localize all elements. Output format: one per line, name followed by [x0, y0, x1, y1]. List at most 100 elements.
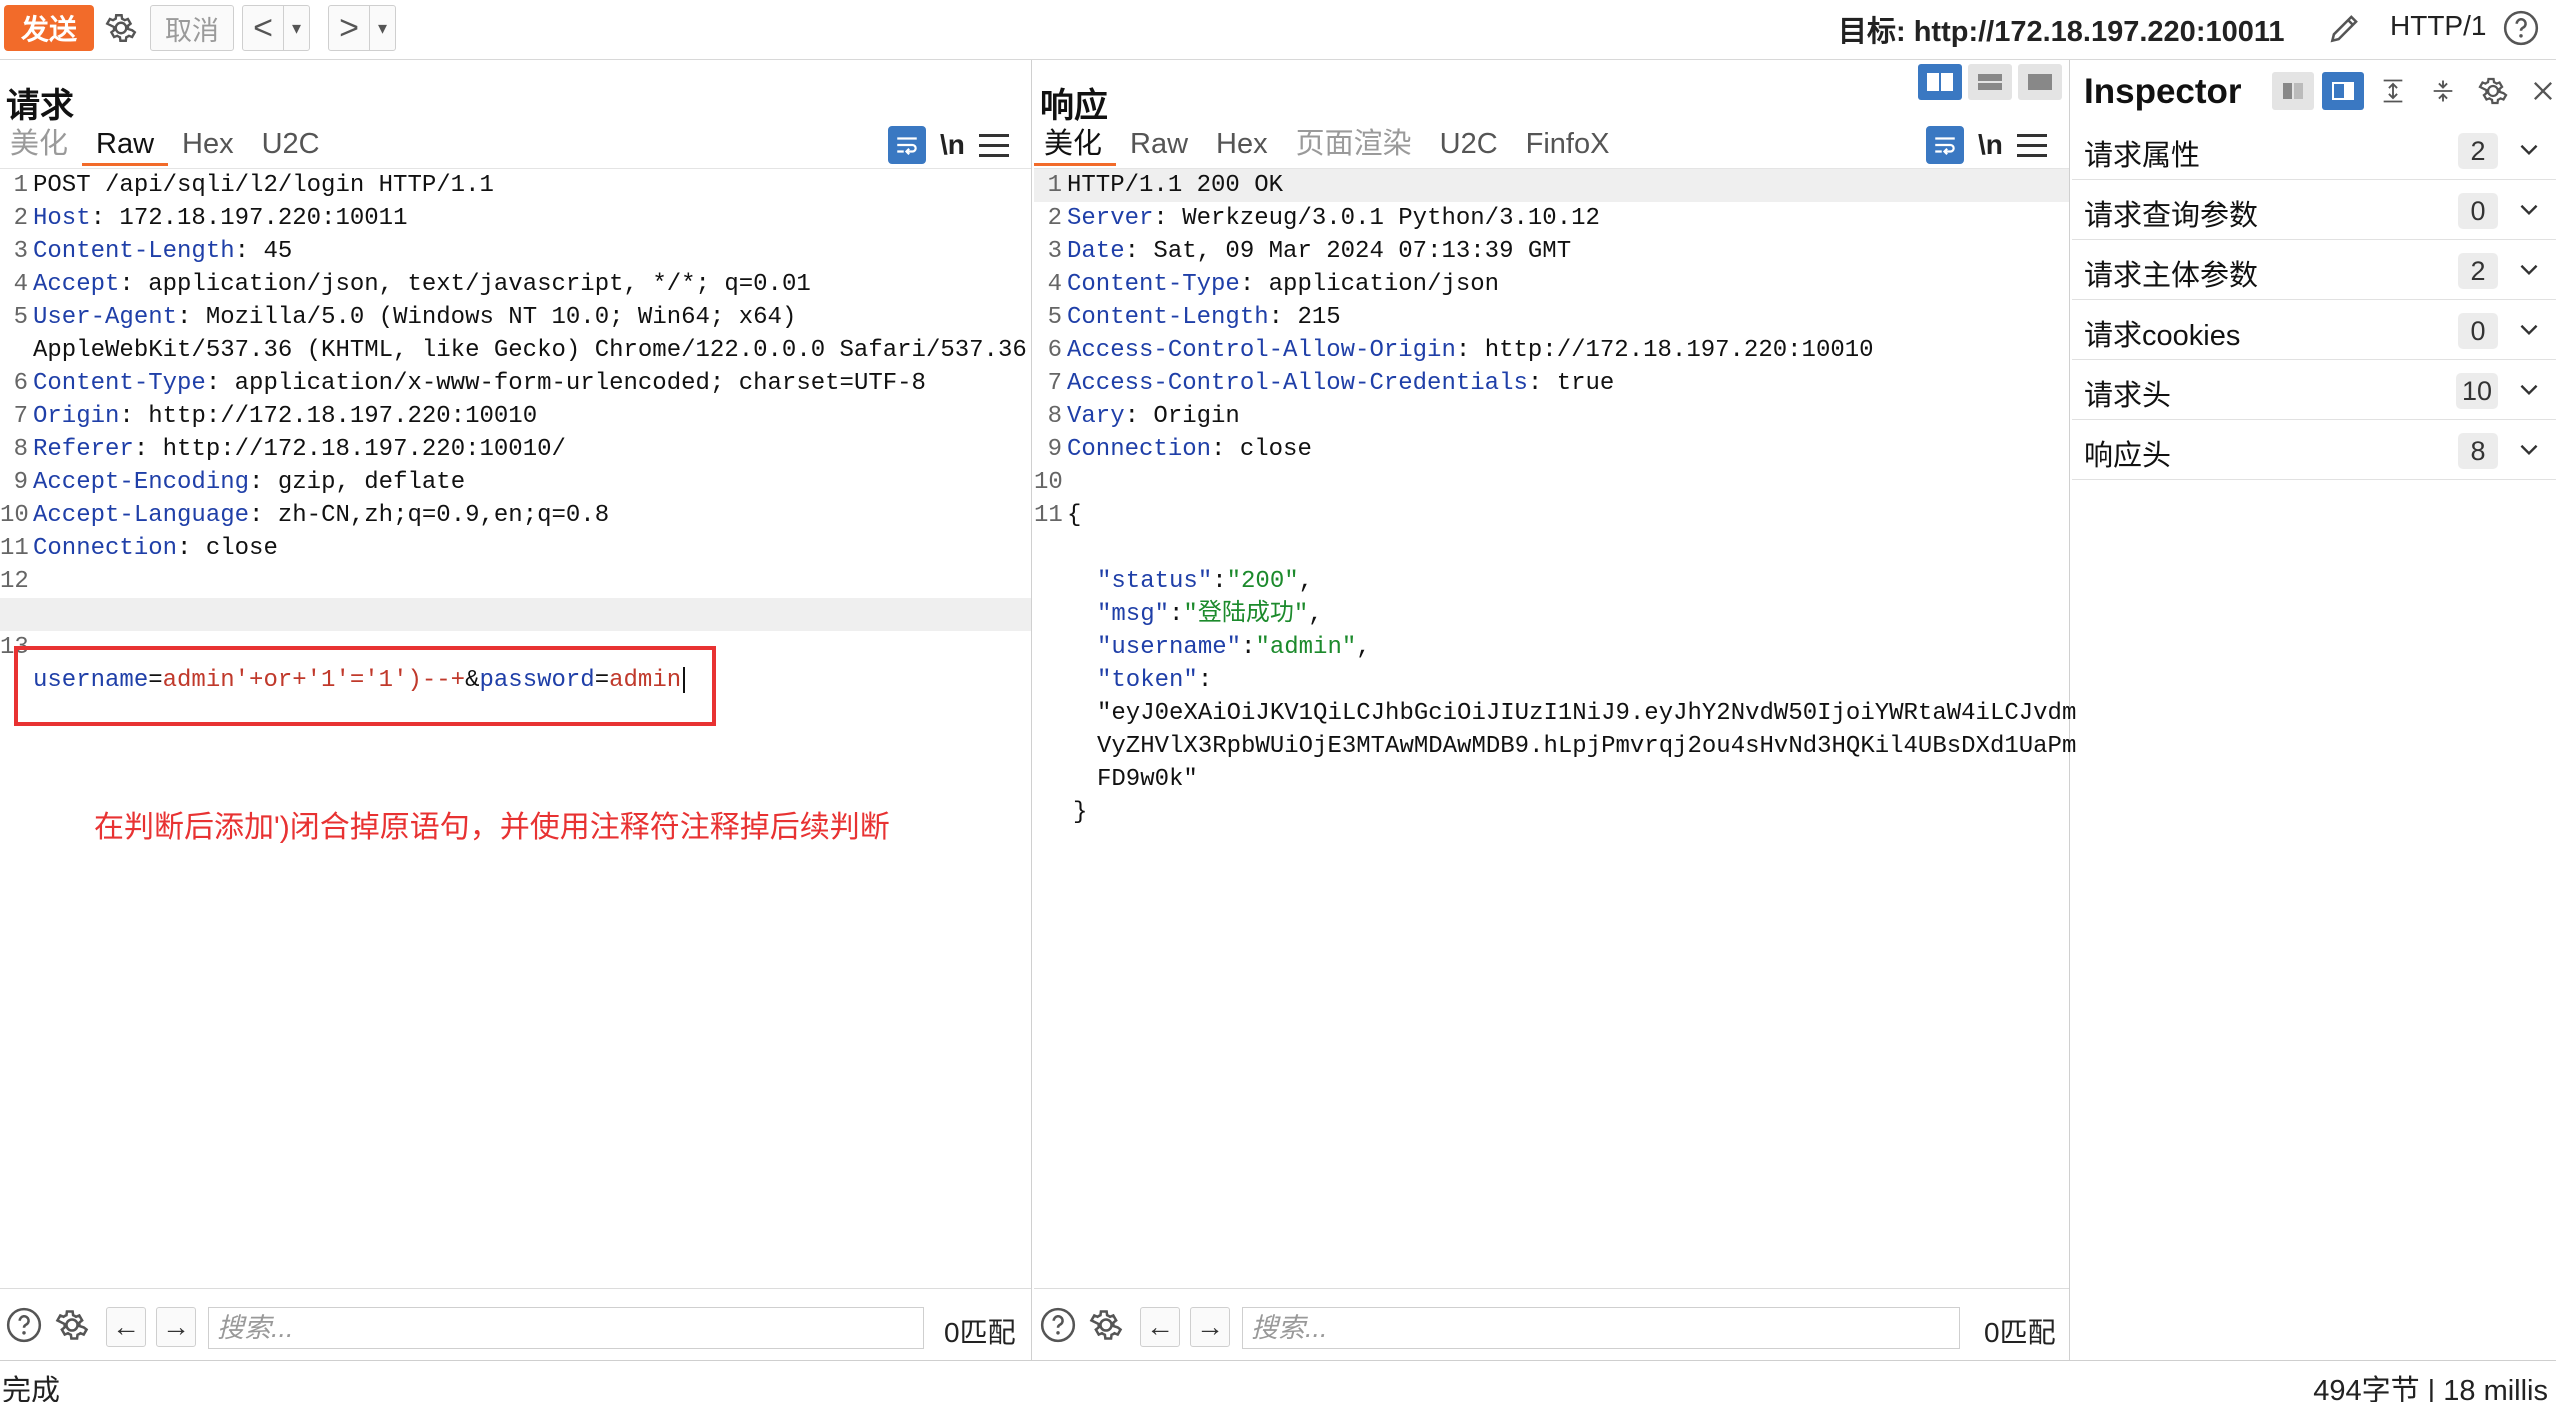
response-search-input[interactable]: 搜索... [1242, 1307, 1960, 1349]
forward-button[interactable]: > [329, 6, 369, 50]
tab-response-u2c[interactable]: U2C [1426, 126, 1512, 166]
response-line[interactable]: 11{ [1034, 499, 2069, 532]
back-button[interactable]: < [243, 6, 283, 50]
request-line[interactable]: 3 Content-Length: 45 [0, 235, 1031, 268]
request-search-input[interactable]: 搜索... [208, 1307, 924, 1349]
chevron-down-icon[interactable] [2516, 316, 2542, 342]
request-body-line[interactable]: 13 username=admin'+or+'1'='1')--+&passwo… [0, 598, 1031, 694]
header-name: Access-Control-Allow-Origin [1067, 337, 1456, 364]
header-value: true [1556, 370, 1615, 397]
response-line[interactable]: 7 Access-Control-Allow-Credentials: true [1034, 367, 2069, 400]
inspector-section-count: 0 [2458, 193, 2498, 229]
header-value: close [1239, 436, 1312, 463]
request-line[interactable]: 7 Origin: http://172.18.197.220:10010 [0, 400, 1031, 433]
wrap-lines-icon[interactable] [888, 126, 926, 164]
tab-request-u2c[interactable]: U2C [248, 126, 334, 166]
tab-response-render[interactable]: 页面渲染 [1282, 126, 1426, 166]
header-separator: : [1124, 403, 1154, 430]
search-next-arrow-icon[interactable]: → [1190, 1307, 1230, 1347]
chevron-down-icon[interactable] [2516, 376, 2542, 402]
search-prev-arrow-icon[interactable]: ← [106, 1307, 146, 1347]
tab-response-pretty[interactable]: 美化 [1034, 126, 1117, 166]
header-name: Server [1067, 205, 1154, 232]
close-icon[interactable] [2522, 72, 2556, 110]
response-line[interactable]: 8 Vary: Origin [1034, 400, 2069, 433]
header-value: application/x-www-form-urlencoded; chars… [234, 370, 926, 397]
request-line[interactable]: 6 Content-Type: application/x-www-form-ur… [0, 367, 1031, 400]
header-value: HTTP/1.1 200 OK [1067, 172, 1284, 199]
send-button[interactable]: 发送 [4, 5, 94, 51]
request-line[interactable]: 4 Accept: application/json, text/javascri… [0, 268, 1031, 301]
inspector-section-row[interactable]: 请求cookies 0 [2072, 300, 2556, 360]
line-number: 12 [0, 568, 29, 595]
settings-icon[interactable] [2472, 72, 2514, 110]
chevron-down-icon[interactable] [2516, 436, 2542, 462]
tab-request-pretty[interactable]: 美化 [0, 126, 82, 166]
line-number: 3 [1047, 238, 1062, 265]
header-value: close [205, 535, 278, 562]
collapse-all-icon[interactable] [2422, 72, 2464, 110]
inspector-layout-right-icon[interactable] [2322, 72, 2364, 110]
chevron-down-icon[interactable] [2516, 136, 2542, 162]
response-line[interactable]: 4 Content-Type: application/json [1034, 268, 2069, 301]
menu-icon[interactable] [978, 130, 1009, 160]
inspector-section-row[interactable]: 请求属性 2 [2072, 120, 2556, 180]
response-line[interactable]: 5 Content-Length: 215 [1034, 301, 2069, 334]
tab-response-hex[interactable]: Hex [1202, 126, 1282, 166]
edit-pencil-icon[interactable] [2324, 7, 2366, 49]
request-line[interactable]: 5 User-Agent: Mozilla/5.0 (Windows NT 10.… [0, 301, 1031, 334]
request-line[interactable]: AppleWebKit/537.36 (KHTML, like Gecko) C… [0, 334, 1031, 367]
request-line[interactable]: 8 Referer: http://172.18.197.220:10010/ [0, 433, 1031, 466]
request-line[interactable]: 9 Accept-Encoding: gzip, deflate [0, 466, 1031, 499]
chevron-down-icon[interactable] [2516, 256, 2542, 282]
inspector-section-row[interactable]: 请求头 10 [2072, 360, 2556, 420]
request-line[interactable]: 10 Accept-Language: zh-CN,zh;q=0.9,en;q=0… [0, 499, 1031, 532]
inspector-section-row[interactable]: 请求查询参数 0 [2072, 180, 2556, 240]
request-line[interactable]: 11 Connection: close [0, 532, 1031, 565]
header-value: 172.18.197.220:10011 [119, 205, 408, 232]
line-number: 6 [13, 370, 28, 397]
response-line[interactable]: 1 HTTP/1.1 200 OK [1034, 169, 2069, 202]
wrap-lines-icon[interactable] [1926, 126, 1964, 164]
tab-response-finfox[interactable]: FinfoX [1512, 126, 1624, 166]
tab-request-raw[interactable]: Raw [82, 126, 169, 166]
settings-icon[interactable] [100, 7, 142, 49]
forward-dropdown-icon[interactable]: ▾ [369, 6, 395, 50]
expand-all-icon[interactable] [2372, 72, 2414, 110]
tab-request-hex[interactable]: Hex [168, 126, 248, 166]
inspector-section-row[interactable]: 请求主体参数 2 [2072, 240, 2556, 300]
settings-icon[interactable] [1084, 1303, 1128, 1347]
show-newlines-button[interactable]: \n [940, 129, 965, 161]
response-line[interactable]: 6 Access-Control-Allow-Origin: http://172… [1034, 334, 2069, 367]
cancel-button[interactable]: 取消 [150, 5, 234, 51]
request-line[interactable]: 2 Host: 172.18.197.220:10011 [0, 202, 1031, 235]
request-editor-tools: \n [888, 126, 1009, 164]
chevron-down-icon[interactable] [2516, 196, 2542, 222]
response-line[interactable]: 2 Server: Werkzeug/3.0.1 Python/3.10.12 [1034, 202, 2069, 235]
inspector-section-row[interactable]: 响应头 8 [2072, 420, 2556, 480]
menu-icon[interactable] [2016, 130, 2047, 160]
header-value: Werkzeug/3.0.1 Python/3.10.12 [1182, 205, 1600, 232]
request-editor[interactable]: 12 11 Connection: close 10 Accept-Language: … [0, 168, 1031, 1288]
inspector-layout-left-icon[interactable] [2272, 72, 2314, 110]
header-separator: : [133, 436, 163, 463]
request-line[interactable]: 1 POST /api/sqli/l2/login HTTP/1.1 [0, 169, 1031, 202]
search-prev-arrow-icon[interactable]: ← [1140, 1307, 1180, 1347]
help-icon[interactable] [1036, 1303, 1080, 1347]
tab-response-raw[interactable]: Raw [1116, 126, 1202, 166]
response-line[interactable]: 3 Date: Sat, 09 Mar 2024 07:13:39 GMT [1034, 235, 2069, 268]
request-line[interactable]: 12 [0, 565, 1031, 598]
response-line[interactable]: 9 Connection: close [1034, 433, 2069, 466]
header-name: Origin [33, 403, 120, 430]
back-dropdown-icon[interactable]: ▾ [283, 6, 309, 50]
http-version-selector[interactable]: HTTP/1 [2390, 10, 2486, 42]
show-newlines-button[interactable]: \n [1978, 129, 2003, 161]
response-line[interactable]: 10 [1034, 466, 2069, 499]
help-icon[interactable] [2500, 7, 2542, 49]
help-icon[interactable] [2, 1303, 46, 1347]
response-editor[interactable]: 11{10 9 Connection: close 8 Vary: Origin 7 Acc… [1034, 168, 2076, 1288]
header-separator: : [234, 238, 264, 265]
search-next-arrow-icon[interactable]: → [156, 1307, 196, 1347]
settings-icon[interactable] [50, 1303, 94, 1347]
header-separator: : [1211, 436, 1240, 463]
